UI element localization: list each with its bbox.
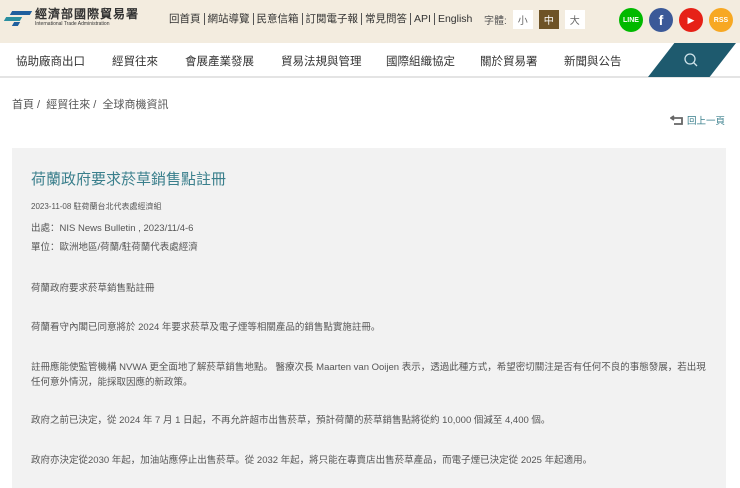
font-small-button[interactable]: 小 [512,10,533,29]
font-large-button[interactable]: 大 [564,10,585,29]
link-newsletter[interactable]: 訂閱電子報 [301,13,362,25]
font-medium-button[interactable]: 中 [538,10,559,29]
article-paragraph: 荷蘭看守內閣已同意將於 2024 年要求菸草及電子煙等相關產品的銷售點實施註冊。 [31,322,381,333]
nav-exhibition[interactable]: 會展產業發展 [185,53,254,69]
article-title: 荷蘭政府要求菸草銷售點註冊 [31,171,227,188]
logo-mark-icon [3,10,33,26]
article: 荷蘭政府要求菸草銷售點註冊 2023-11-08 駐荷蘭台北代表處經濟組 出處：… [12,148,726,488]
back-arrow-icon [670,115,683,125]
nav-about[interactable]: 關於貿易署 [480,53,538,69]
top-bar: 經濟部國際貿易署 International Trade Administrati… [0,0,740,43]
main-nav: 協助廠商出口 經貿往來 會展產業發展 貿易法規與管理 國際組織協定 關於貿易署 … [0,43,740,78]
breadcrumb-current[interactable]: 全球商機資訊 [103,99,169,111]
article-unit: 單位：歐洲地區/荷蘭/駐荷蘭代表處經濟 [31,242,198,253]
link-mailbox[interactable]: 民意信箱 [252,13,302,25]
font-size-label: 字體: [484,16,507,27]
nav-trade-relations[interactable]: 經貿往來 [112,53,158,69]
breadcrumb: 首頁 / 經貿往來 / 全球商機資訊 [12,96,169,112]
article-source: 出處：NIS News Bulletin , 2023/11/4-6 [31,223,194,234]
link-api[interactable]: API [410,13,434,25]
article-paragraph: 政府之前已決定，從 2024 年 7 月 1 日起，不再允許超市出售菸草，預計荷… [31,415,551,426]
logo-title: 經濟部國際貿易署 [35,7,140,21]
back-label: 回上一頁 [687,116,726,127]
nav-export-assist[interactable]: 協助廠商出口 [16,53,85,69]
breadcrumb-home[interactable]: 首頁 / [12,99,40,111]
article-paragraph: 註冊應能使監管機構 NVWA 更全面地了解菸草銷售地點。 醫療次長 Maarte… [31,362,706,388]
top-links: 回首頁 網站導覽 民意信箱 訂閱電子報 常見問答 API English [169,13,475,25]
nav-news[interactable]: 新聞與公告 [564,53,622,69]
line-icon[interactable]: LINE [619,8,643,32]
nav-intl-organizations[interactable]: 國際組織協定 [386,53,455,69]
social-links: LINE f ▶ RSS [619,8,739,32]
facebook-icon[interactable]: f [649,8,673,32]
link-faq[interactable]: 常見問答 [361,13,410,25]
site-logo[interactable]: 經濟部國際貿易署 International Trade Administrati… [3,7,140,28]
search-icon [684,53,698,67]
font-size-selector: 字體: 小 中 大 [484,10,585,29]
article-meta: 2023-11-08 駐荷蘭台北代表處經濟組 [31,202,162,211]
breadcrumb-trade[interactable]: 經貿往來 / [46,99,96,111]
link-sitemap[interactable]: 網站導覽 [203,13,253,25]
back-button[interactable]: 回上一頁 [670,113,725,127]
article-paragraph: 荷蘭政府要求菸草銷售點註冊 [31,283,155,294]
rss-icon[interactable]: RSS [709,8,733,32]
youtube-icon[interactable]: ▶ [679,8,703,32]
article-paragraph: 政府亦決定從2030 年起，加油站應停止出售菸草。從 2032 年起，將只能在專… [31,455,593,466]
link-home[interactable]: 回首頁 [169,13,204,25]
logo-subtitle: International Trade Administration [35,21,110,27]
nav-trade-regulations[interactable]: 貿易法規與管理 [281,53,362,69]
link-english[interactable]: English [433,13,475,25]
